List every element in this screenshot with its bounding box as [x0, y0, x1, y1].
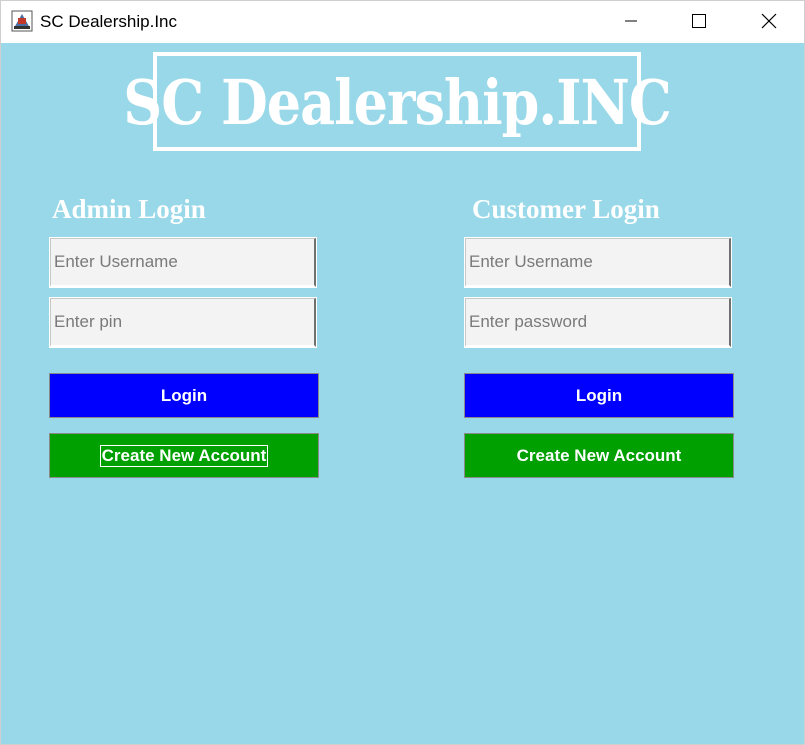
customer-create-account-label: Create New Account — [516, 445, 682, 465]
maximize-icon — [692, 14, 706, 28]
customer-username-input[interactable] — [464, 237, 732, 288]
brand-banner-text: SC Dealership.INC — [123, 64, 672, 139]
minimize-icon — [625, 20, 637, 22]
admin-login-button-label: Login — [160, 385, 208, 405]
window-title: SC Dealership.Inc — [40, 12, 178, 31]
admin-create-account-button[interactable]: Create New Account — [49, 433, 319, 478]
admin-login-heading: Admin Login — [52, 194, 206, 224]
close-button[interactable] — [746, 1, 792, 41]
brand-banner: SC Dealership.INC — [123, 52, 672, 151]
customer-login-button-label: Login — [575, 385, 623, 405]
admin-username-input[interactable] — [49, 237, 317, 288]
app-window: SC Dealership.Inc SC Dealership.INC Admi… — [0, 0, 805, 745]
admin-create-account-label: Create New Account — [99, 444, 269, 467]
minimize-button[interactable] — [608, 1, 654, 41]
java-app-icon — [11, 10, 33, 32]
close-icon — [761, 13, 777, 29]
admin-pin-input[interactable] — [49, 297, 317, 348]
content-panel: SC Dealership.INC Admin Login Login Crea… — [1, 43, 804, 744]
title-bar[interactable]: SC Dealership.Inc — [1, 1, 804, 43]
customer-password-input[interactable] — [464, 297, 732, 348]
admin-login-button[interactable]: Login — [49, 373, 319, 418]
customer-create-account-button[interactable]: Create New Account — [464, 433, 734, 478]
customer-login-heading: Customer Login — [472, 194, 660, 224]
customer-login-button[interactable]: Login — [464, 373, 734, 418]
maximize-button[interactable] — [676, 1, 722, 41]
